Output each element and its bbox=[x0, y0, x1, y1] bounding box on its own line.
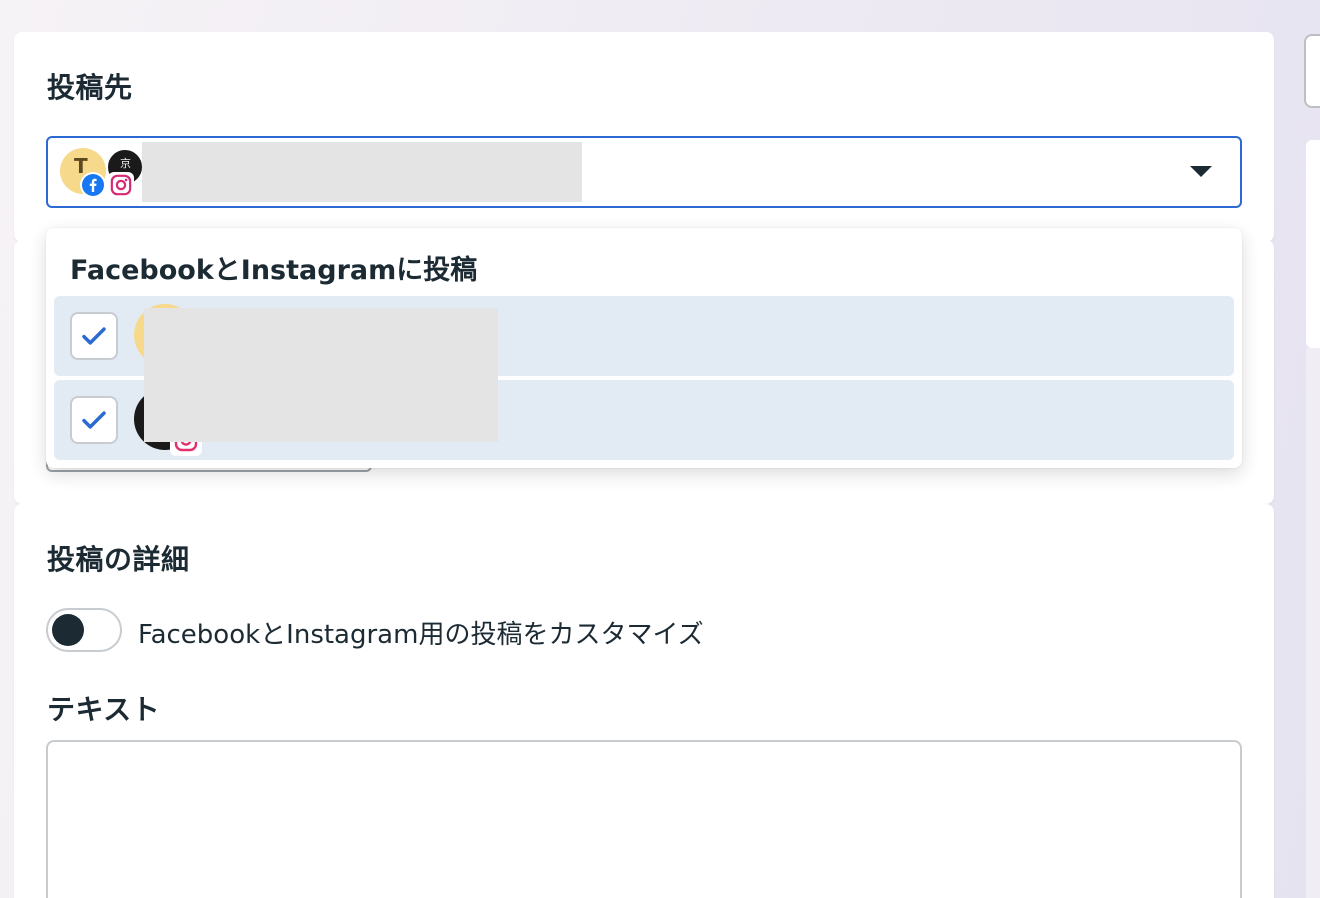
destination-title: 投稿先 bbox=[47, 71, 133, 104]
customize-toggle[interactable] bbox=[46, 608, 122, 652]
sidebar-card bbox=[1306, 140, 1320, 348]
dropdown-heading: FacebookとInstagramに投稿 bbox=[70, 255, 478, 286]
text-label: テキスト bbox=[47, 693, 161, 726]
check-icon bbox=[82, 411, 106, 429]
check-icon bbox=[82, 327, 106, 345]
toggle-knob bbox=[52, 614, 84, 646]
facebook-icon bbox=[80, 172, 106, 198]
sidebar-card-lower bbox=[1306, 348, 1320, 898]
post-details-title: 投稿の詳細 bbox=[47, 543, 190, 576]
post-details-card: 投稿の詳細 FacebookとInstagram用の投稿をカスタマイズ テキスト bbox=[14, 504, 1274, 898]
sidebar-button[interactable] bbox=[1304, 34, 1320, 108]
redacted-account-name bbox=[142, 142, 582, 202]
account-avatar-stack: 京 T bbox=[60, 148, 146, 198]
avatar-back-text: 京 bbox=[120, 157, 131, 170]
destination-selector[interactable]: 京 T bbox=[46, 136, 1242, 208]
text-input[interactable] bbox=[46, 740, 1242, 898]
redacted-account-names bbox=[144, 308, 498, 442]
destination-dropdown: FacebookとInstagramに投稿 bbox=[46, 228, 1242, 468]
chevron-down-icon bbox=[1190, 166, 1212, 177]
option-checkbox[interactable] bbox=[70, 396, 118, 444]
instagram-icon bbox=[108, 172, 134, 198]
option-checkbox[interactable] bbox=[70, 312, 118, 360]
customize-toggle-label: FacebookとInstagram用の投稿をカスタマイズ bbox=[138, 620, 704, 650]
